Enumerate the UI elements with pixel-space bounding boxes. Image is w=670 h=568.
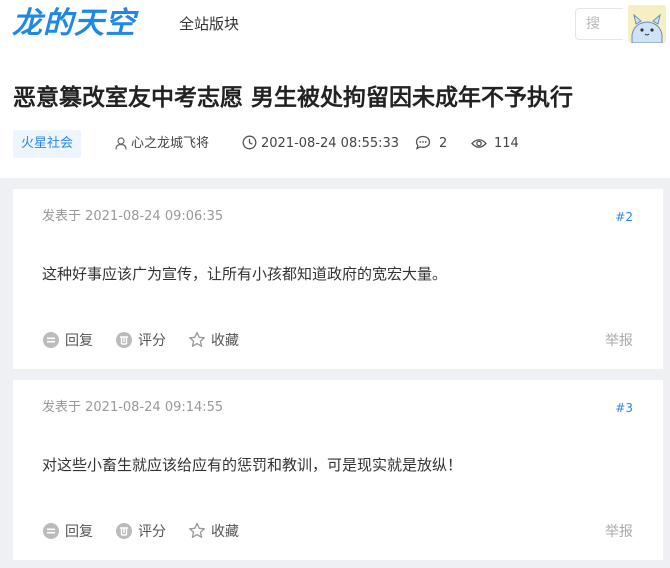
favorite-label: 收藏 xyxy=(211,333,239,349)
reply-icon xyxy=(43,332,59,348)
favorite-button[interactable]: 收藏 xyxy=(188,521,239,543)
star-icon xyxy=(189,331,205,347)
reply-label: 回复 xyxy=(65,524,93,540)
thread-meta: 火星社会 心之龙城飞将 2021-08-24 08:55:33 2 114 xyxy=(0,130,670,158)
rate-label: 评分 xyxy=(138,333,166,349)
post-actions: 回复 评分 收藏 xyxy=(42,521,642,543)
user-avatar[interactable] xyxy=(628,5,666,43)
reply-label: 回复 xyxy=(65,333,93,349)
thread-title: 恶意篡改室友中考志愿 男生被处拘留因未成年不予执行 xyxy=(13,85,574,111)
favorite-label: 收藏 xyxy=(211,524,239,540)
datetime-text: 2021-08-24 08:55:33 xyxy=(261,136,400,151)
author-name: 心之龙城飞将 xyxy=(131,136,210,151)
rate-icon xyxy=(116,332,132,348)
reply-count-text: 2 xyxy=(439,136,448,151)
author[interactable]: 心之龙城飞将 xyxy=(115,130,209,158)
rate-icon xyxy=(116,523,132,539)
post-datetime: 2021-08-24 08:55:33 xyxy=(242,130,399,158)
view-count-text: 114 xyxy=(494,136,519,151)
nav-all-boards[interactable]: 全站版块 xyxy=(179,14,239,34)
site-header: 龙的天空 全站版块 搜 xyxy=(0,0,670,50)
user-icon xyxy=(115,137,127,150)
report-button[interactable]: 举报 xyxy=(605,330,633,352)
eye-icon xyxy=(471,139,487,148)
floor-number[interactable]: #3 xyxy=(615,399,633,417)
rate-button[interactable]: 评分 xyxy=(115,521,166,543)
view-count: 114 xyxy=(471,130,519,158)
reply-count: 2 xyxy=(415,130,447,158)
post-time: 发表于 2021-08-24 09:14:55 xyxy=(42,400,224,415)
post-content: 对这些小畜生就应该给应有的惩罚和教训，可是现实就是放纵！ xyxy=(42,456,463,474)
reply-post: 发表于 2021-08-24 09:06:35 #2 这种好事应该广为宣传，让所… xyxy=(13,189,663,369)
post-actions: 回复 评分 收藏 xyxy=(42,330,642,352)
reply-button[interactable]: 回复 xyxy=(42,330,93,352)
reply-post: 发表于 2021-08-24 09:14:55 #3 对这些小畜生就应该给应有的… xyxy=(13,380,663,560)
report-button[interactable]: 举报 xyxy=(605,521,633,543)
site-logo[interactable]: 龙的天空 xyxy=(12,6,136,42)
category-tag[interactable]: 火星社会 xyxy=(13,130,82,158)
clock-icon xyxy=(242,135,257,150)
rate-label: 评分 xyxy=(138,524,166,540)
favorite-button[interactable]: 收藏 xyxy=(188,330,239,352)
reply-button[interactable]: 回复 xyxy=(42,521,93,543)
star-icon xyxy=(189,522,205,538)
search-input[interactable]: 搜 xyxy=(575,8,623,40)
post-content: 这种好事应该广为宣传，让所有小孩都知道政府的宽宏大量。 xyxy=(42,265,448,283)
comment-icon xyxy=(415,135,431,150)
rate-button[interactable]: 评分 xyxy=(115,330,166,352)
floor-number[interactable]: #2 xyxy=(615,208,633,226)
post-time: 发表于 2021-08-24 09:06:35 xyxy=(42,209,224,224)
reply-icon xyxy=(43,523,59,539)
